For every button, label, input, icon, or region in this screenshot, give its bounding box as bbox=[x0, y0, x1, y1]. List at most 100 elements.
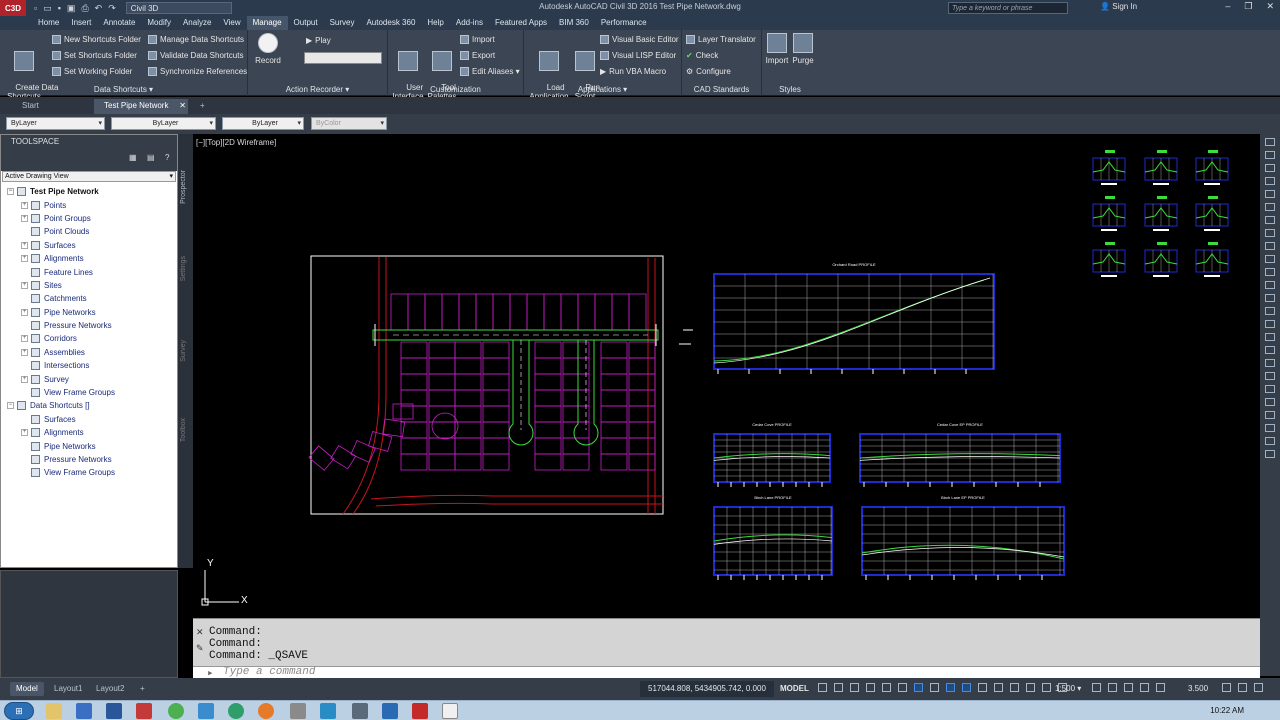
section-view[interactable] bbox=[1092, 196, 1126, 231]
tool-icon-11[interactable] bbox=[1265, 333, 1275, 341]
parcel-lots[interactable] bbox=[308, 293, 656, 471]
tree-item-point-groups[interactable]: + Point Groups bbox=[1, 212, 177, 225]
tool-icon-9[interactable] bbox=[1265, 307, 1275, 315]
tab-featured-apps[interactable]: Featured Apps bbox=[489, 16, 553, 30]
minimize-icon[interactable]: – bbox=[1225, 1, 1230, 12]
section-view[interactable] bbox=[1195, 242, 1229, 277]
tab-home[interactable]: Home bbox=[32, 16, 65, 30]
linetype-dropdown[interactable]: ByLayer bbox=[111, 117, 216, 130]
configure-button[interactable]: ⚙ Configure bbox=[686, 67, 731, 76]
workspace-selector[interactable]: Civil 3D bbox=[125, 2, 232, 14]
drawing-tab-test-pipe-network[interactable]: Test Pipe Network ✕ bbox=[94, 99, 188, 114]
tree-item-data-shortcuts[interactable]: − Data Shortcuts [] bbox=[1, 399, 177, 412]
annotation-monitor-icon[interactable] bbox=[1108, 683, 1117, 692]
tool-icon-5[interactable] bbox=[1265, 255, 1275, 263]
file-explorer-icon[interactable] bbox=[46, 703, 62, 719]
tree-item-surfaces[interactable]: Surfaces bbox=[1, 413, 177, 426]
tree-item-assemblies[interactable]: + Assemblies bbox=[1, 346, 177, 359]
tree-item-point-clouds[interactable]: Point Clouds bbox=[1, 225, 177, 238]
set-working-folder-button[interactable]: Set Working Folder bbox=[52, 67, 132, 76]
expand-toggle-icon[interactable]: + bbox=[21, 429, 28, 437]
expand-toggle-icon[interactable]: + bbox=[21, 214, 28, 222]
site-plan[interactable] bbox=[308, 255, 693, 515]
tree-item-pressure-networks[interactable]: Pressure Networks bbox=[1, 319, 177, 332]
tab-output[interactable]: Output bbox=[288, 16, 324, 30]
app-icon-2[interactable] bbox=[228, 703, 244, 719]
tool-icon-4[interactable] bbox=[1265, 242, 1275, 250]
tree-item-alignments[interactable]: + Alignments bbox=[1, 426, 177, 439]
tree-item-survey[interactable]: + Survey bbox=[1, 372, 177, 385]
undo-icon[interactable]: ↶ bbox=[95, 3, 103, 14]
3d-osnap-icon[interactable] bbox=[994, 683, 1003, 692]
section-view[interactable] bbox=[1092, 242, 1126, 277]
layer-translator-button[interactable]: Layer Translator bbox=[686, 35, 756, 44]
export-customization-button[interactable]: Export bbox=[460, 51, 495, 60]
tool-icon-20[interactable] bbox=[1265, 450, 1275, 458]
windows-start-icon[interactable]: ⊞ bbox=[4, 702, 34, 720]
tool-icon-7[interactable] bbox=[1265, 281, 1275, 289]
section-view[interactable] bbox=[1144, 150, 1178, 185]
drawing-viewport[interactable]: [−][Top][2D Wireframe] Orchard Road PROF… bbox=[193, 134, 1260, 618]
section-views[interactable] bbox=[1092, 150, 1229, 277]
pan-icon[interactable] bbox=[1265, 151, 1275, 159]
layout1-tab[interactable]: Layout1 bbox=[48, 682, 88, 696]
check-button[interactable]: ✔ Check bbox=[686, 51, 718, 60]
ortho-icon[interactable] bbox=[850, 683, 859, 692]
isodraft-icon[interactable] bbox=[882, 683, 891, 692]
tree-item-surfaces[interactable]: + Surfaces bbox=[1, 239, 177, 252]
tab-bim-360[interactable]: BIM 360 bbox=[553, 16, 595, 30]
tool-icon-14[interactable] bbox=[1265, 372, 1275, 380]
quick-properties-icon[interactable] bbox=[1140, 683, 1149, 692]
expand-toggle-icon[interactable]: + bbox=[21, 308, 28, 316]
word-icon[interactable] bbox=[106, 703, 122, 719]
acrobat-icon[interactable] bbox=[412, 703, 428, 719]
tool-icon-3[interactable] bbox=[1265, 229, 1275, 237]
gizmo-icon[interactable] bbox=[1042, 683, 1051, 692]
close-icon[interactable]: ✕ bbox=[196, 627, 204, 638]
wrench-icon[interactable]: ✎ bbox=[196, 643, 204, 654]
tab-add-ins[interactable]: Add-ins bbox=[450, 16, 489, 30]
model-tab[interactable]: Model bbox=[10, 682, 44, 696]
help-icon[interactable]: ? bbox=[165, 153, 169, 162]
profile-views[interactable]: Orchard Road PROFILE Cedar Cove PROFILE Ce… bbox=[713, 262, 1065, 580]
grid-icon[interactable] bbox=[818, 683, 827, 692]
settings-tab[interactable]: Settings bbox=[180, 256, 187, 281]
tool-icon-15[interactable] bbox=[1265, 385, 1275, 393]
snap-icon[interactable] bbox=[834, 683, 843, 692]
tab-modify[interactable]: Modify bbox=[141, 16, 177, 30]
lineweight-readout[interactable]: 3.500 bbox=[1188, 684, 1208, 693]
new-file-icon[interactable]: ▫ bbox=[34, 3, 37, 14]
expand-toggle-icon[interactable]: − bbox=[7, 402, 14, 410]
close-tab-icon[interactable]: ✕ bbox=[179, 99, 186, 113]
outlook-icon[interactable] bbox=[76, 703, 92, 719]
tab-performance[interactable]: Performance bbox=[595, 16, 653, 30]
record-button[interactable]: Record bbox=[252, 33, 284, 65]
tab-survey[interactable]: Survey bbox=[324, 16, 361, 30]
color-dropdown[interactable]: ByLayer bbox=[6, 117, 105, 130]
tree-item-pressure-networks[interactable]: Pressure Networks bbox=[1, 453, 177, 466]
tree-item-catchments[interactable]: Catchments bbox=[1, 292, 177, 305]
firefox-icon[interactable] bbox=[258, 703, 274, 719]
plot-icon[interactable]: ⎙ bbox=[81, 3, 88, 14]
open-file-icon[interactable]: ▭ bbox=[43, 3, 52, 14]
plotstyle-dropdown[interactable]: ByColor bbox=[311, 117, 387, 130]
annotation-scale-dropdown[interactable]: 1:500 ▾ bbox=[1055, 684, 1081, 693]
tab-analyze[interactable]: Analyze bbox=[177, 16, 217, 30]
section-view[interactable] bbox=[1195, 196, 1229, 231]
new-tab-button[interactable]: + bbox=[190, 99, 215, 114]
tree-item-alignments[interactable]: + Alignments bbox=[1, 252, 177, 265]
lineweight-dropdown[interactable]: ByLayer bbox=[222, 117, 304, 130]
visual-lisp-editor-button[interactable]: Visual LISP Editor bbox=[600, 51, 676, 60]
orbit-icon[interactable] bbox=[1265, 177, 1275, 185]
macro-dropdown[interactable] bbox=[304, 52, 382, 64]
annotation-visibility-icon[interactable] bbox=[930, 683, 939, 692]
expand-toggle-icon[interactable]: + bbox=[21, 241, 28, 249]
expand-toggle-icon[interactable]: + bbox=[21, 255, 28, 263]
autocad-icon[interactable] bbox=[382, 703, 398, 719]
app-icon-1[interactable] bbox=[198, 703, 214, 719]
tool-icon-8[interactable] bbox=[1265, 294, 1275, 302]
import-styles-button[interactable]: Import bbox=[764, 33, 790, 65]
tool-icon-2[interactable] bbox=[1265, 216, 1275, 224]
polar-icon[interactable] bbox=[866, 683, 875, 692]
workspace-gear-icon[interactable] bbox=[1092, 683, 1101, 692]
